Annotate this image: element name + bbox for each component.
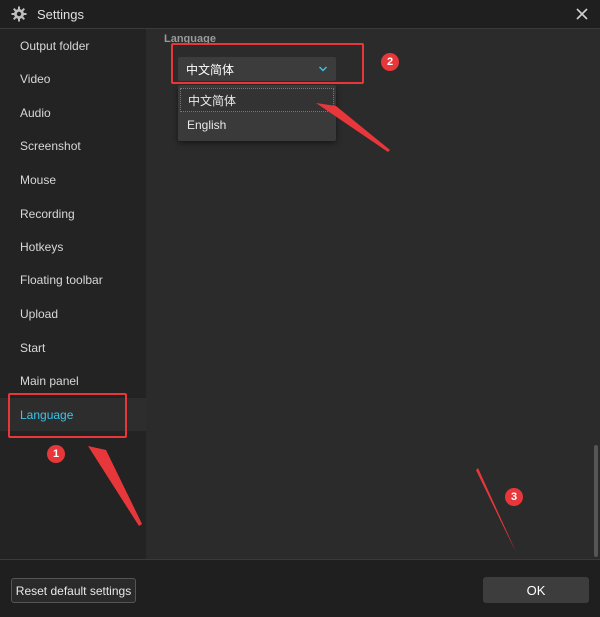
step-badge-2: 2 — [381, 53, 399, 71]
gear-icon — [11, 6, 27, 22]
sidebar-item-start[interactable]: Start — [0, 331, 146, 364]
scrollbar[interactable] — [594, 445, 598, 557]
window-title: Settings — [37, 6, 84, 22]
sidebar-item-label: Upload — [20, 306, 59, 321]
reset-default-settings-button[interactable]: Reset default settings — [11, 578, 136, 603]
ok-button[interactable]: OK — [483, 577, 589, 603]
sidebar-item-label: Floating toolbar — [20, 272, 103, 287]
language-option-chinese[interactable]: 中文简体 — [180, 88, 334, 112]
language-dropdown: 中文简体 English — [178, 85, 336, 141]
sidebar-item-mouse[interactable]: Mouse — [0, 163, 146, 196]
language-option-label: English — [187, 118, 227, 132]
sidebar-item-label: Video — [20, 71, 51, 86]
language-option-label: 中文简体 — [188, 93, 237, 108]
title-bar: Settings — [0, 0, 600, 29]
sidebar-item-audio[interactable]: Audio — [0, 96, 146, 129]
sidebar-item-label: Start — [20, 340, 46, 355]
sidebar-item-screenshot[interactable]: Screenshot — [0, 129, 146, 162]
sidebar-item-label: Main panel — [20, 373, 79, 388]
sidebar-item-label: Mouse — [20, 172, 57, 187]
sidebar-item-recording[interactable]: Recording — [0, 197, 146, 230]
sidebar-item-label: Hotkeys — [20, 239, 64, 254]
sidebar-item-label: Recording — [20, 206, 75, 221]
close-icon[interactable] — [572, 4, 592, 24]
sidebar-item-label: Audio — [20, 105, 51, 120]
sidebar-item-video[interactable]: Video — [0, 62, 146, 95]
footer: Reset default settings OK — [0, 559, 600, 617]
step-badge-3: 3 — [505, 488, 523, 506]
sidebar-item-label: Output folder — [20, 38, 90, 53]
step-badge-1: 1 — [47, 445, 65, 463]
sidebar-item-hotkeys[interactable]: Hotkeys — [0, 230, 146, 263]
language-option-english[interactable]: English — [180, 113, 334, 137]
callout-box-language — [8, 393, 127, 438]
sidebar-item-label: Screenshot — [20, 138, 81, 153]
sidebar-item-floating-toolbar[interactable]: Floating toolbar — [0, 263, 146, 296]
sidebar-item-output-folder[interactable]: Output folder — [0, 29, 146, 62]
callout-box-select — [171, 43, 364, 84]
sidebar: Output folder Video Audio Screenshot Mou… — [0, 29, 146, 559]
sidebar-item-upload[interactable]: Upload — [0, 297, 146, 330]
language-settings-panel: Language 中文简体 中文简体 English — [146, 29, 600, 559]
